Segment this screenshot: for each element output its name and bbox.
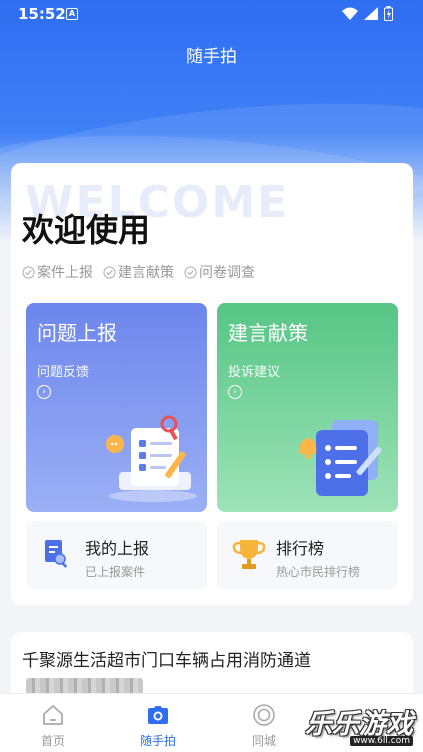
check-circle-icon bbox=[184, 265, 197, 279]
suggestion-subtitle: 投诉建议 bbox=[228, 365, 281, 380]
my-reports-subtitle: 已上报案件 bbox=[85, 565, 146, 579]
notification-icon: A bbox=[66, 8, 78, 20]
check-circle-icon bbox=[103, 265, 116, 279]
suggestion-illustration-icon bbox=[299, 420, 382, 496]
chevron-right-icon: › bbox=[228, 385, 242, 399]
document-search-icon bbox=[45, 540, 68, 568]
chevron-right-icon: › bbox=[37, 385, 51, 399]
site-watermark: 乐乐游戏 www.6ll.com bbox=[302, 700, 417, 750]
ranking-title: 排行榜 bbox=[276, 539, 325, 558]
my-reports-card[interactable]: 我的上报 已上报案件 bbox=[26, 521, 207, 589]
battery-icon bbox=[384, 6, 393, 21]
wifi-icon bbox=[342, 7, 358, 20]
report-issue-subtitle: 问题反馈 bbox=[37, 365, 90, 380]
welcome-title: 欢迎使用 bbox=[22, 211, 151, 249]
my-reports-title: 我的上报 bbox=[85, 539, 150, 558]
tag-survey: 问卷调查 bbox=[184, 262, 255, 282]
city-ring-icon bbox=[253, 704, 275, 726]
tab-home-label: 首页 bbox=[40, 734, 65, 748]
tab-snapshot[interactable]: 随手拍 bbox=[118, 694, 198, 752]
welcome-card: WELCOME 欢迎使用 案件上报 建言献策 问卷调查 问题上报 问题反馈 › bbox=[11, 163, 413, 605]
status-time: 15:52 bbox=[18, 5, 66, 23]
report-illustration-icon bbox=[106, 415, 197, 502]
watermark-url: www.6ll.com bbox=[350, 736, 413, 746]
ranking-card[interactable]: 排行榜 热心市民排行榜 bbox=[217, 521, 398, 589]
tab-home[interactable]: 首页 bbox=[13, 694, 93, 752]
status-bar: 15:52 A bbox=[0, 0, 423, 28]
status-icons bbox=[342, 6, 393, 21]
tab-city[interactable]: 同城 bbox=[224, 694, 304, 752]
tab-snapshot-label: 随手拍 bbox=[139, 734, 176, 748]
page-title: 随手拍 bbox=[186, 47, 237, 67]
report-issue-title: 问题上报 bbox=[37, 321, 117, 345]
tag-label: 案件上报 bbox=[37, 265, 93, 281]
suggestion-title: 建言献策 bbox=[228, 321, 308, 345]
news-title: 千聚源生活超市门口车辆占用消防通道 bbox=[22, 651, 311, 671]
feature-tags: 案件上报 建言献策 问卷调查 bbox=[22, 262, 255, 282]
trophy-icon bbox=[232, 540, 266, 569]
ranking-subtitle: 热心市民排行榜 bbox=[276, 565, 361, 579]
home-icon bbox=[43, 705, 63, 725]
tag-case-report: 案件上报 bbox=[22, 262, 93, 282]
check-circle-icon bbox=[22, 265, 35, 279]
report-issue-card[interactable]: 问题上报 问题反馈 › bbox=[26, 303, 207, 512]
tag-label: 问卷调查 bbox=[199, 265, 255, 281]
signal-icon bbox=[364, 7, 378, 20]
tag-label: 建言献策 bbox=[118, 265, 174, 281]
tab-city-label: 同城 bbox=[251, 734, 276, 748]
suggestion-card[interactable]: 建言献策 投诉建议 › bbox=[217, 303, 398, 512]
camera-icon bbox=[148, 706, 168, 724]
tag-suggestion: 建言献策 bbox=[103, 262, 174, 282]
